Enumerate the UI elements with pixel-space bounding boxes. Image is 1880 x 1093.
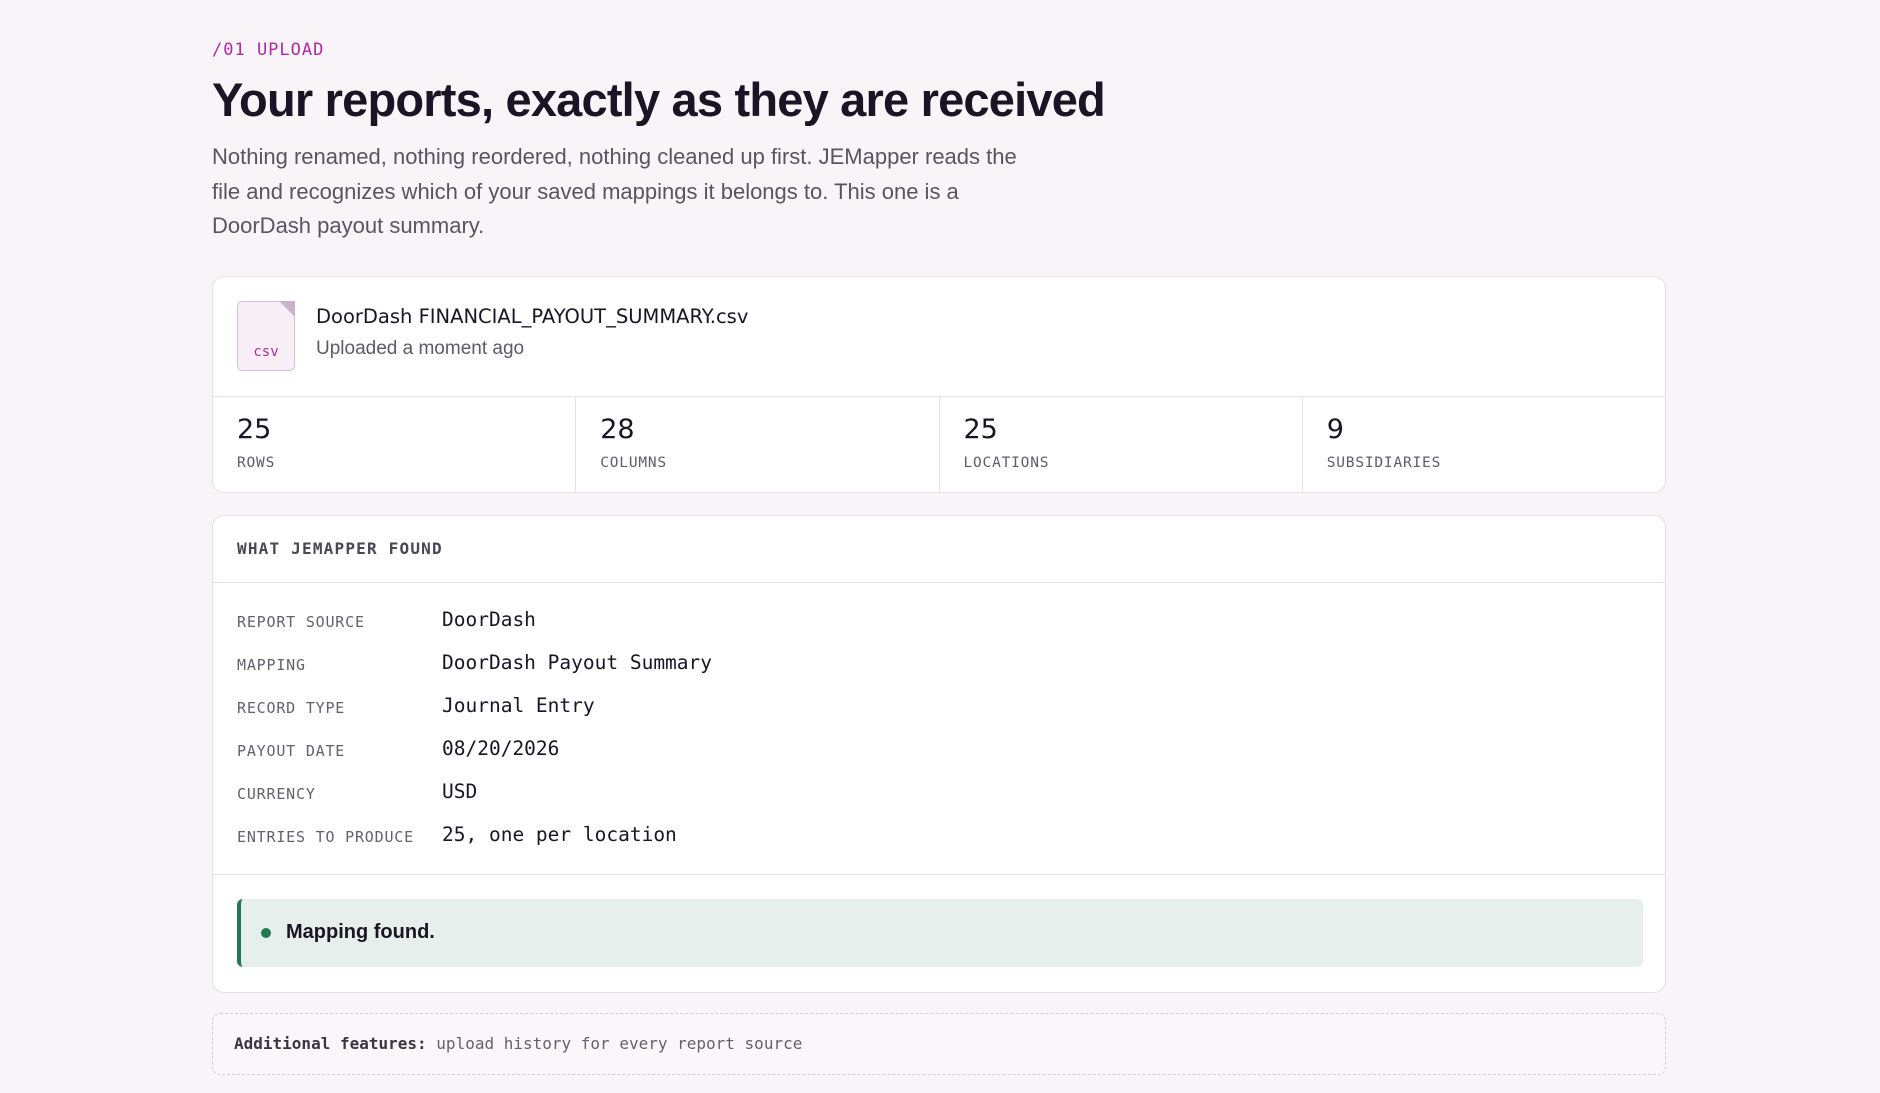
uploaded-file-card: csv DoorDash FINANCIAL_PAYOUT_SUMMARY.cs… <box>212 276 1666 493</box>
field-currency: CURRENCY USD <box>237 778 1637 808</box>
stat-label: LOCATIONS <box>963 455 1050 471</box>
stat-locations: 25 LOCATIONS <box>940 396 1303 493</box>
section-eyebrow: /01 UPLOAD <box>212 40 325 60</box>
field-value: Journal Entry <box>442 694 595 717</box>
csv-file-icon: csv <box>237 301 295 371</box>
card-header: WHAT JEMAPPER FOUND <box>213 516 1665 583</box>
page-title: Your reports, exactly as they are receiv… <box>212 73 1106 126</box>
stat-label: SUBSIDIARIES <box>1326 455 1442 471</box>
stat-columns: 28 COLUMNS <box>576 396 940 493</box>
field-key: ENTRIES TO PRODUCE <box>237 828 414 846</box>
divider <box>213 874 1665 875</box>
field-report-source: REPORT SOURCE DoorDash <box>237 606 1637 636</box>
field-entries-to-produce: ENTRIES TO PRODUCE 25, one per location <box>237 821 1637 851</box>
file-name: DoorDash FINANCIAL_PAYOUT_SUMMARY.csv <box>316 305 749 328</box>
field-key: RECORD TYPE <box>237 699 346 717</box>
stat-label: ROWS <box>237 455 276 471</box>
detection-results-card: WHAT JEMAPPER FOUND REPORT SOURCE DoorDa… <box>212 515 1666 993</box>
stat-subsidiaries: 9 SUBSIDIARIES <box>1303 396 1665 493</box>
additional-features-description: upload history for every report source <box>436 1034 803 1053</box>
mapping-status-banner: Mapping found. <box>237 899 1643 967</box>
status-message: Mapping found. <box>286 921 435 943</box>
field-key: REPORT SOURCE <box>237 613 365 631</box>
stat-value: 25 <box>237 414 272 445</box>
additional-features-text: Additional features: upload history for … <box>234 1034 802 1053</box>
section-description: Nothing renamed, nothing reordered, noth… <box>212 144 1017 238</box>
field-value: 08/20/2026 <box>442 737 560 760</box>
file-extension-label: csv <box>253 344 279 360</box>
field-key: CURRENCY <box>237 785 316 803</box>
field-value: USD <box>442 780 478 803</box>
file-corner-fold <box>279 301 295 317</box>
field-value: 25, one per location <box>442 823 677 846</box>
file-info-row[interactable]: csv DoorDash FINANCIAL_PAYOUT_SUMMARY.cs… <box>213 277 1665 397</box>
status-dot-icon <box>261 928 271 938</box>
field-value: DoorDash <box>442 608 536 631</box>
file-stats: 25 ROWS 28 COLUMNS 25 LOCATIONS 9 SUBSID… <box>213 396 1665 493</box>
field-key: PAYOUT DATE <box>237 742 346 760</box>
additional-features-label: Additional features: <box>234 1034 427 1053</box>
card-header-title: WHAT JEMAPPER FOUND <box>237 539 443 558</box>
upload-timestamp: Uploaded a moment ago <box>316 338 525 359</box>
stat-label: COLUMNS <box>600 455 667 471</box>
field-value: DoorDash Payout Summary <box>442 651 713 674</box>
field-key: MAPPING <box>237 656 306 674</box>
stat-value: 9 <box>1326 414 1344 445</box>
stat-value: 28 <box>600 414 635 445</box>
field-record-type: RECORD TYPE Journal Entry <box>237 692 1637 722</box>
additional-features-note: Additional features: upload history for … <box>212 1013 1666 1075</box>
field-mapping: MAPPING DoorDash Payout Summary <box>237 649 1637 679</box>
stat-value: 25 <box>963 414 998 445</box>
field-payout-date: PAYOUT DATE 08/20/2026 <box>237 735 1637 765</box>
stat-rows: 25 ROWS <box>213 396 577 493</box>
